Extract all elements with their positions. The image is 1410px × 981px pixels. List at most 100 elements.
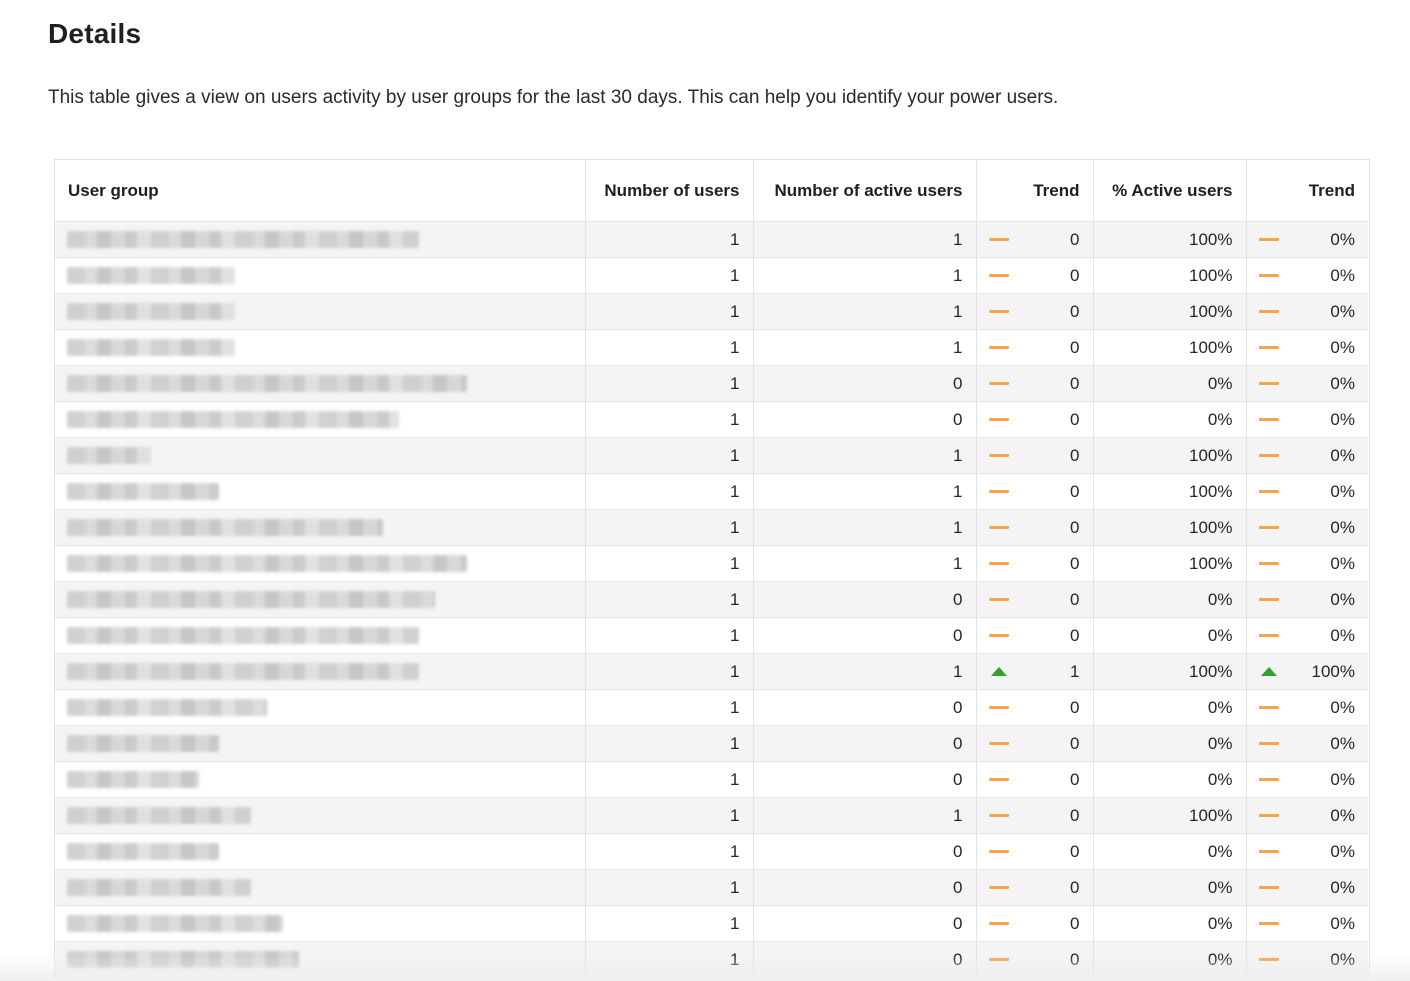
user-group-cell	[55, 689, 586, 726]
number-of-active-users-cell: 0	[753, 725, 977, 762]
percent-active-trend-cell: 0%	[1246, 221, 1368, 258]
table-row[interactable]: 1 1 0 100% 0%	[55, 437, 1368, 474]
percent-active-users-cell: 100%	[1093, 545, 1247, 582]
active-users-trend-value: 0	[1070, 373, 1080, 393]
table-row[interactable]: 1 1 0 100% 0%	[55, 473, 1368, 510]
redacted-group-name	[67, 555, 467, 572]
table-row[interactable]: 1 1 0 100% 0%	[55, 221, 1368, 258]
column-header-percent-active-users[interactable]: % Active users	[1093, 160, 1247, 222]
number-of-users-cell: 1	[585, 401, 754, 438]
trend-flat-icon	[988, 310, 1009, 313]
column-header-number-of-active-users[interactable]: Number of active users	[753, 160, 977, 222]
trend-flat-icon	[1258, 634, 1279, 637]
redacted-group-name	[67, 843, 219, 860]
table-row[interactable]: 1 1 0 100% 0%	[55, 509, 1368, 546]
percent-active-trend-value: 0%	[1330, 301, 1355, 321]
percent-active-trend-value: 0%	[1330, 409, 1355, 429]
user-group-cell	[55, 329, 586, 366]
table-row[interactable]: 1 1 0 100% 0%	[55, 257, 1368, 294]
table-row[interactable]: 1 1 0 100% 0%	[55, 293, 1368, 330]
trend-up-icon	[1260, 667, 1277, 676]
redacted-group-name	[67, 303, 235, 320]
number-of-users-cell: 1	[585, 941, 754, 978]
percent-active-trend-value: 0%	[1330, 697, 1355, 717]
redacted-group-name	[67, 231, 419, 248]
percent-active-trend-value: 0%	[1330, 589, 1355, 609]
active-users-trend-value: 0	[1070, 841, 1080, 861]
table-row[interactable]: 1 0 0 0% 0%	[55, 401, 1368, 438]
active-users-trend-value: 0	[1070, 553, 1080, 573]
number-of-users-cell: 1	[585, 365, 754, 402]
percent-active-trend-cell: 0%	[1246, 437, 1368, 474]
percent-active-users-cell: 0%	[1093, 617, 1247, 654]
table-body: 1 1 0 100% 0% 1 1 0 100% 0% 1 1 0 100% 0% 1 1 0 100% 0% 1 0 0 0…	[55, 221, 1368, 978]
percent-active-trend-value: 0%	[1330, 553, 1355, 573]
redacted-group-name	[67, 339, 235, 356]
user-group-cell	[55, 797, 586, 834]
redacted-group-name	[67, 447, 151, 464]
percent-active-users-cell: 0%	[1093, 401, 1247, 438]
table-row[interactable]: 1 0 0 0% 0%	[55, 689, 1368, 726]
number-of-active-users-cell: 1	[753, 509, 977, 546]
redacted-group-name	[67, 663, 419, 680]
active-users-trend-value: 0	[1070, 517, 1080, 537]
details-table-container: User group Number of users Number of act…	[54, 159, 1370, 978]
trend-flat-icon	[1258, 310, 1279, 313]
percent-active-users-cell: 100%	[1093, 257, 1247, 294]
percent-active-trend-value: 0%	[1330, 481, 1355, 501]
number-of-users-cell: 1	[585, 257, 754, 294]
percent-active-trend-cell: 0%	[1246, 761, 1368, 798]
redacted-group-name	[67, 807, 251, 824]
percent-active-trend-value: 0%	[1330, 877, 1355, 897]
trend-flat-icon	[1258, 382, 1279, 385]
trend-flat-icon	[1258, 814, 1279, 817]
table-row[interactable]: 1 1 0 100% 0%	[55, 797, 1368, 834]
column-header-percent-trend[interactable]: Trend	[1246, 160, 1368, 222]
table-row[interactable]: 1 1 1 100% 100%	[55, 653, 1368, 690]
trend-flat-icon	[1258, 526, 1279, 529]
user-group-cell	[55, 941, 586, 978]
column-header-user-group[interactable]: User group	[55, 160, 586, 222]
percent-active-trend-cell: 0%	[1246, 545, 1368, 582]
trend-flat-icon	[1258, 922, 1279, 925]
percent-active-trend-cell: 0%	[1246, 725, 1368, 762]
column-header-trend[interactable]: Trend	[976, 160, 1094, 222]
trend-up-icon	[990, 667, 1007, 676]
percent-active-users-cell: 100%	[1093, 221, 1247, 258]
column-header-number-of-users[interactable]: Number of users	[585, 160, 754, 222]
percent-active-users-cell: 0%	[1093, 761, 1247, 798]
table-row[interactable]: 1 0 0 0% 0%	[55, 365, 1368, 402]
trend-flat-icon	[988, 814, 1009, 817]
number-of-active-users-cell: 0	[753, 617, 977, 654]
trend-flat-icon	[988, 778, 1009, 781]
table-row[interactable]: 1 1 0 100% 0%	[55, 545, 1368, 582]
number-of-users-cell: 1	[585, 221, 754, 258]
number-of-active-users-cell: 1	[753, 545, 977, 582]
table-row[interactable]: 1 0 0 0% 0%	[55, 941, 1368, 978]
user-group-cell	[55, 221, 586, 258]
percent-active-users-cell: 100%	[1093, 437, 1247, 474]
active-users-trend-cell: 0	[976, 473, 1094, 510]
active-users-trend-value: 0	[1070, 805, 1080, 825]
trend-flat-icon	[1258, 742, 1279, 745]
number-of-active-users-cell: 0	[753, 689, 977, 726]
table-row[interactable]: 1 0 0 0% 0%	[55, 581, 1368, 618]
number-of-active-users-cell: 1	[753, 797, 977, 834]
number-of-active-users-cell: 1	[753, 293, 977, 330]
active-users-trend-cell: 0	[976, 221, 1094, 258]
table-row[interactable]: 1 0 0 0% 0%	[55, 869, 1368, 906]
table-row[interactable]: 1 0 0 0% 0%	[55, 617, 1368, 654]
active-users-trend-value: 0	[1070, 229, 1080, 249]
table-row[interactable]: 1 1 0 100% 0%	[55, 329, 1368, 366]
active-users-trend-cell: 0	[976, 725, 1094, 762]
percent-active-trend-cell: 0%	[1246, 833, 1368, 870]
user-group-cell	[55, 509, 586, 546]
trend-flat-icon	[1258, 598, 1279, 601]
number-of-active-users-cell: 0	[753, 581, 977, 618]
table-row[interactable]: 1 0 0 0% 0%	[55, 725, 1368, 762]
table-row[interactable]: 1 0 0 0% 0%	[55, 833, 1368, 870]
table-row[interactable]: 1 0 0 0% 0%	[55, 761, 1368, 798]
active-users-trend-cell: 1	[976, 653, 1094, 690]
table-row[interactable]: 1 0 0 0% 0%	[55, 905, 1368, 942]
active-users-trend-value: 0	[1070, 733, 1080, 753]
